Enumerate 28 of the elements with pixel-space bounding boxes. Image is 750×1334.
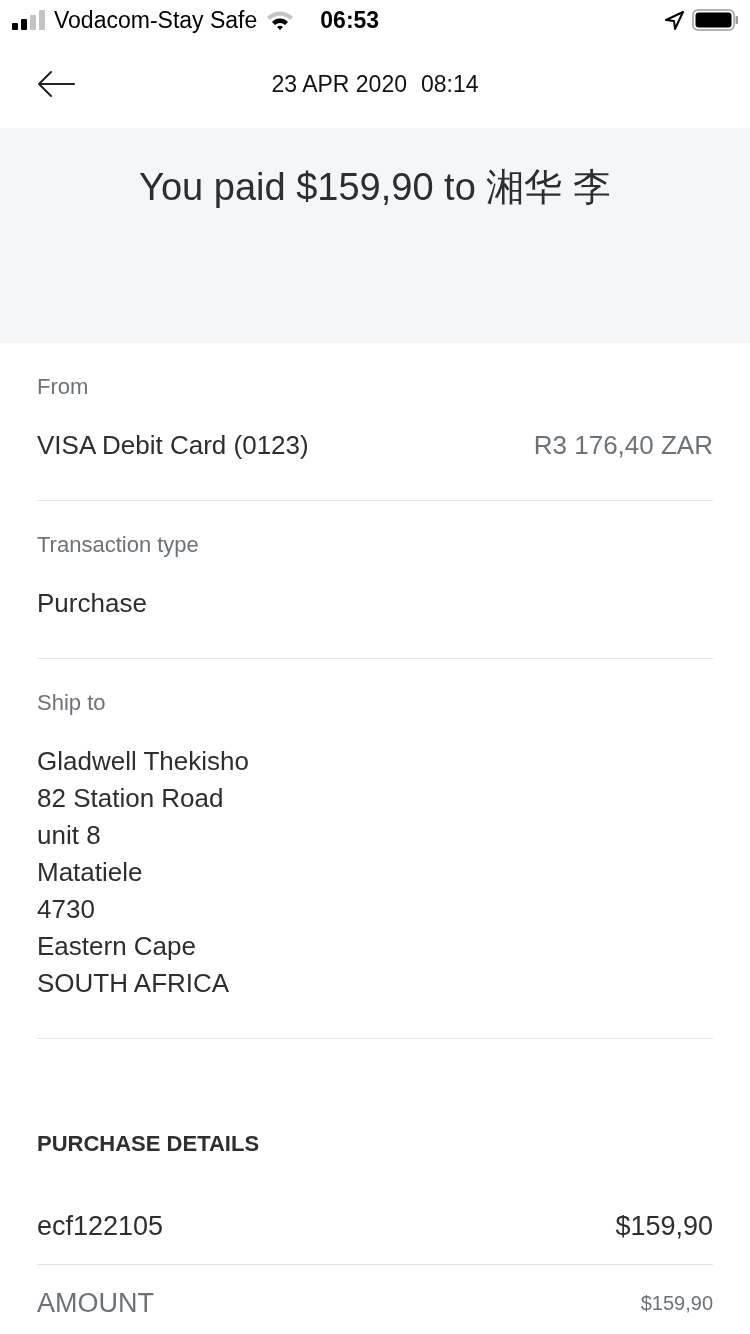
address-line: 82 Station Road [37,782,224,815]
section-heading: PURCHASE DETAILS [37,1130,260,1158]
address-line: Gladwell Thekisho [37,745,249,778]
amount-value: $159,90 [640,1291,713,1316]
amount-text: R3 176,40 ZAR [533,429,713,462]
signal-icon [12,10,45,30]
section-value: VISA Debit Card (0123) [37,429,309,462]
battery-icon [692,9,738,31]
transaction-date: 23 APR 2020 [271,69,407,99]
section-label: Ship to [37,689,106,717]
location-arrow-icon [665,10,684,30]
item-id: ecf122105 [37,1210,164,1243]
transaction-time: 08:14 [421,69,479,99]
back-arrow-icon[interactable] [37,70,76,98]
status-time: 06:53 [320,5,380,35]
address-line: 4730 [37,893,95,926]
address-line: Matatiele [37,856,143,889]
carrier-name: Vodacom-Stay Safe [54,5,258,35]
section-label: Transaction type [37,531,199,559]
item-price: $159,90 [615,1210,713,1243]
section-value: Purchase [37,587,147,620]
payment-summary: You paid $159,90 to 湘华 李 [139,165,611,210]
section-label: From [37,373,89,401]
wifi-icon [267,10,294,30]
address-line: SOUTH AFRICA [37,967,230,1000]
address-line: unit 8 [37,819,101,852]
amount-label: AMOUNT [37,1287,154,1320]
address-line: Eastern Cape [37,930,196,963]
